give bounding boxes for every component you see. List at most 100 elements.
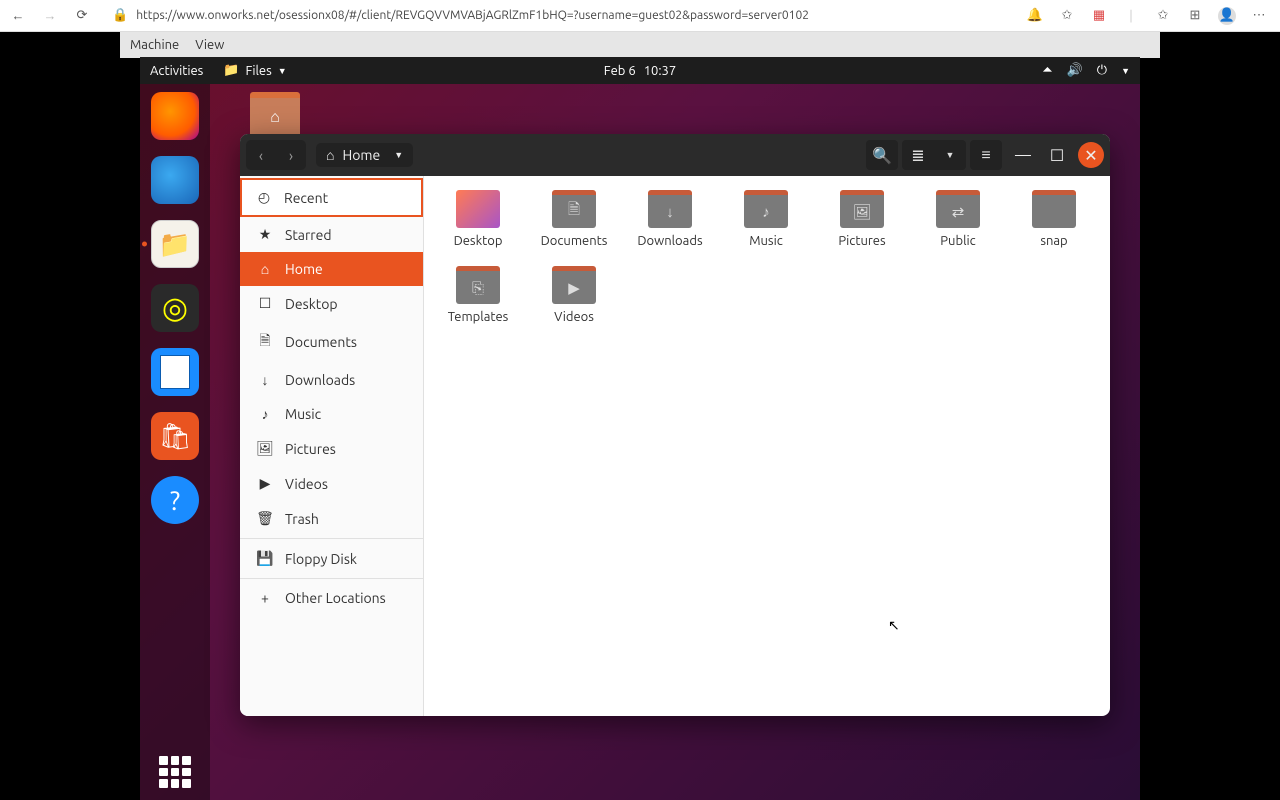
sidebar-item-recent[interactable]: ◴ Recent xyxy=(240,178,423,217)
favorite-icon[interactable]: ✩ xyxy=(1058,7,1076,25)
folder-icon: 🗎 xyxy=(552,190,596,228)
browser-toolbar: ← → ⟳ 🔒 https://www.onworks.net/osession… xyxy=(0,0,1280,32)
vm-menu-view[interactable]: View xyxy=(195,38,224,52)
desktop-home-folder[interactable]: ⌂ xyxy=(250,92,300,137)
files-window: ‹ › ⌂ Home ▼ 🔍 ≣ ▼ ≡ — ☐ ✕ ◴ Recent ★Star… xyxy=(240,134,1110,716)
folder-icon xyxy=(456,190,500,228)
network-icon[interactable]: ⏶ xyxy=(1042,63,1052,78)
sidebar-item-documents[interactable]: 🗎Documents xyxy=(240,321,423,363)
folder-icon: 🖼 xyxy=(840,190,884,228)
folder-desktop[interactable]: Desktop xyxy=(434,190,522,248)
sidebar-item-starred[interactable]: ★Starred xyxy=(240,217,423,252)
separator: | xyxy=(1122,7,1140,25)
folder-label: Pictures xyxy=(838,234,885,248)
sidebar-item-label: Music xyxy=(285,406,321,422)
folder-icon: ↓ xyxy=(648,190,692,228)
folder-label: Templates xyxy=(448,310,509,324)
folder-public[interactable]: ⇄Public xyxy=(914,190,1002,248)
notification-icon[interactable]: 🔔 xyxy=(1026,7,1044,25)
files-content[interactable]: Desktop 🗎 Documents ↓ Downloads ♪ Music 🖼 Pi… xyxy=(424,176,1110,716)
hamburger-menu-button[interactable]: ≡ xyxy=(970,140,1002,170)
folder-label: Desktop xyxy=(454,234,503,248)
collections-icon[interactable]: ⊞ xyxy=(1186,7,1204,25)
sidebar-item-home[interactable]: ⌂Home xyxy=(240,252,423,286)
folder-documents[interactable]: 🗎 Documents xyxy=(530,190,618,248)
folder-pictures[interactable]: 🖼 Pictures xyxy=(818,190,906,248)
plus-icon: + xyxy=(257,590,273,606)
nav-back-button[interactable]: ‹ xyxy=(246,140,276,170)
dock-files[interactable]: 📁 xyxy=(151,220,199,268)
sidebar-item-other-locations[interactable]: +Other Locations xyxy=(240,581,423,615)
sidebar-item-videos[interactable]: ▶Videos xyxy=(240,466,423,501)
dock-help[interactable]: ? xyxy=(151,476,199,524)
folder-icon: 📁 xyxy=(223,63,239,78)
list-view-button[interactable]: ≣ xyxy=(902,140,934,170)
files-titlebar: ‹ › ⌂ Home ▼ 🔍 ≣ ▼ ≡ — ☐ ✕ xyxy=(240,134,1110,176)
chevron-down-icon: ▼ xyxy=(394,150,403,160)
browser-forward-button[interactable]: → xyxy=(40,6,60,26)
dock-rhythmbox[interactable]: ◎ xyxy=(151,284,199,332)
clock-icon: ◴ xyxy=(256,189,272,206)
music-icon: ♪ xyxy=(257,406,273,422)
sidebar-item-label: Downloads xyxy=(285,372,355,388)
floppy-icon: 💾 xyxy=(257,550,273,567)
browser-back-button[interactable]: ← xyxy=(8,6,28,26)
folder-downloads[interactable]: ↓ Downloads xyxy=(626,190,714,248)
sidebar-item-label: Home xyxy=(285,261,323,277)
view-options-button[interactable]: ▼ xyxy=(934,140,966,170)
app-indicator[interactable]: 📁 Files ▼ xyxy=(223,63,286,78)
folder-label: Music xyxy=(749,234,783,248)
star-icon: ★ xyxy=(257,226,273,243)
lock-icon: 🔒 xyxy=(112,8,128,23)
browser-refresh-button[interactable]: ⟳ xyxy=(72,6,92,26)
dock-software[interactable]: 🛍 xyxy=(151,412,199,460)
sidebar-item-label: Pictures xyxy=(285,441,336,457)
folder-snap[interactable]: snap xyxy=(1010,190,1098,248)
sidebar-item-downloads[interactable]: ↓Downloads xyxy=(240,363,423,397)
app-indicator-label: Files xyxy=(246,64,272,78)
folder-music[interactable]: ♪ Music xyxy=(722,190,810,248)
sidebar-item-label: Documents xyxy=(285,334,357,350)
volume-icon[interactable]: 🔊 xyxy=(1067,63,1083,78)
activities-button[interactable]: Activities xyxy=(150,64,203,78)
dock-writer[interactable] xyxy=(151,348,199,396)
folder-icon: ♪ xyxy=(744,190,788,228)
profile-icon[interactable]: 👤 xyxy=(1218,7,1236,25)
desktop-icon: ☐ xyxy=(257,295,273,312)
more-icon[interactable]: ⋯ xyxy=(1250,7,1268,25)
extension-icon[interactable]: ▦ xyxy=(1090,7,1108,25)
dock-firefox[interactable] xyxy=(151,92,199,140)
sidebar-item-label: Recent xyxy=(284,190,328,206)
show-applications-button[interactable] xyxy=(159,756,191,788)
search-button[interactable]: 🔍 xyxy=(866,140,898,170)
sidebar-item-trash[interactable]: 🗑Trash xyxy=(240,501,423,536)
folder-templates[interactable]: ⎘Templates xyxy=(434,266,522,324)
sidebar-item-pictures[interactable]: 🖼 Pictures xyxy=(240,431,423,466)
chevron-down-icon[interactable]: ▼ xyxy=(1121,66,1130,76)
close-button[interactable]: ✕ xyxy=(1078,142,1104,168)
vm-menu-bar: Machine View xyxy=(120,32,1160,58)
ubuntu-dock: 📁 ◎ 🛍 ? xyxy=(140,84,210,800)
nav-forward-button[interactable]: › xyxy=(276,140,306,170)
sidebar-item-label: Desktop xyxy=(285,296,338,312)
power-icon[interactable]: ⏻ xyxy=(1097,63,1107,78)
folder-label: Downloads xyxy=(637,234,702,248)
sidebar-item-desktop[interactable]: ☐ Desktop xyxy=(240,286,423,321)
folder-icon xyxy=(1032,190,1076,228)
clock-area[interactable]: Feb 6 10:37 xyxy=(604,64,676,78)
folder-label: Documents xyxy=(541,234,608,248)
sidebar-item-floppy[interactable]: 💾Floppy Disk xyxy=(240,541,423,576)
dock-thunderbird[interactable] xyxy=(151,156,199,204)
mouse-cursor: ↖ xyxy=(888,617,900,634)
pictures-icon: 🖼 xyxy=(257,440,273,457)
gnome-top-panel: Activities 📁 Files ▼ Feb 6 10:37 ⏶ 🔊 ⏻ ▼ xyxy=(140,57,1140,84)
folder-videos[interactable]: ▶Videos xyxy=(530,266,618,324)
minimize-button[interactable]: — xyxy=(1010,142,1036,168)
favorites-icon[interactable]: ✩ xyxy=(1154,7,1172,25)
url-bar[interactable]: 🔒 https://www.onworks.net/osessionx08/#/… xyxy=(104,6,1014,25)
sidebar-item-music[interactable]: ♪ Music xyxy=(240,397,423,431)
maximize-button[interactable]: ☐ xyxy=(1044,142,1070,168)
path-bar[interactable]: ⌂ Home ▼ xyxy=(316,143,413,167)
path-label: Home xyxy=(342,147,380,163)
vm-menu-machine[interactable]: Machine xyxy=(130,38,179,52)
